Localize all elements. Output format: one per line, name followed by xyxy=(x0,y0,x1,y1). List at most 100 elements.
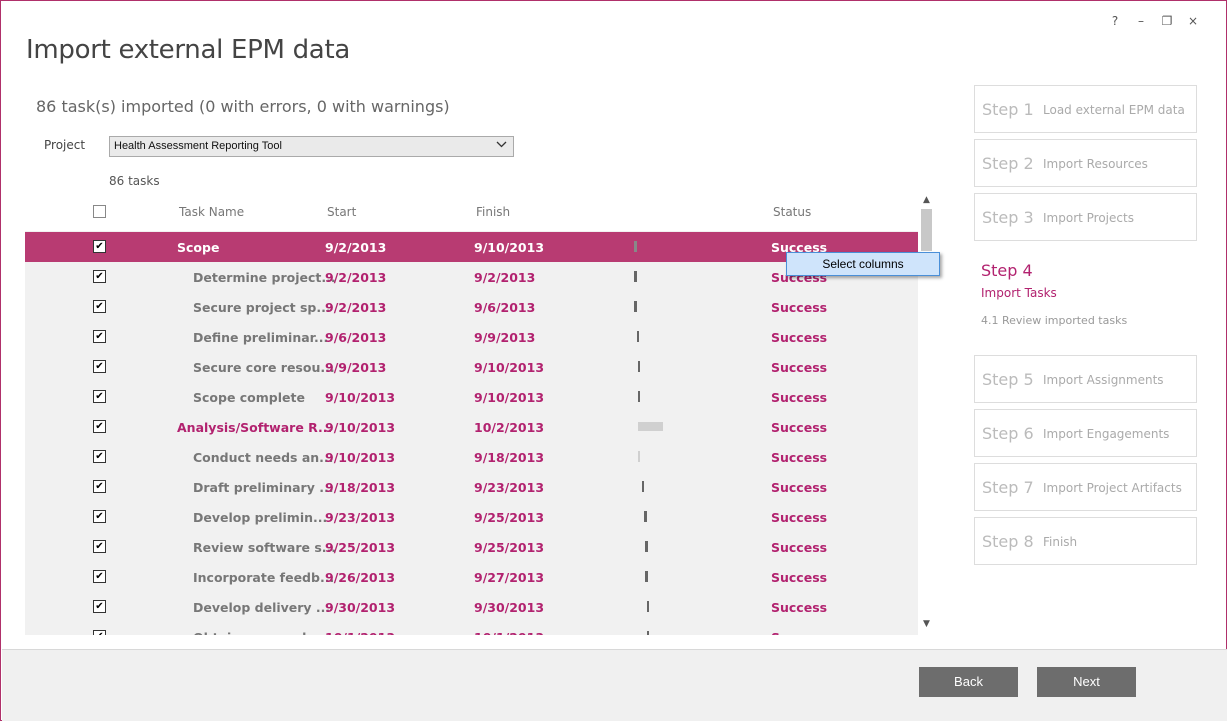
step-substep: 4.1 Review imported tasks xyxy=(981,314,1128,327)
row-checkbox[interactable]: ✔ xyxy=(93,480,106,493)
table-row[interactable]: ✔ Review software s... 9/25/2013 9/25/2013 S… xyxy=(25,532,918,562)
gantt-bar xyxy=(644,511,647,522)
row-checkbox[interactable]: ✔ xyxy=(93,420,106,433)
task-finish: 9/25/2013 xyxy=(474,510,545,525)
task-status: Success xyxy=(771,630,827,635)
table-row[interactable]: ✔ Develop prelimin... 9/23/2013 9/25/2013 Su… xyxy=(25,502,918,532)
step-number: Step 8 xyxy=(982,532,1034,551)
task-finish: 9/10/2013 xyxy=(474,240,545,255)
step-3-item[interactable]: Step 3 Import Projects xyxy=(974,193,1197,241)
table-row[interactable]: ✔ Conduct needs an... 9/10/2013 9/18/2013 Su… xyxy=(25,442,918,472)
task-start: 9/2/2013 xyxy=(325,270,387,285)
column-header-task-name[interactable]: Task Name xyxy=(179,205,244,219)
table-row[interactable]: ✔ Define preliminar... 9/6/2013 9/9/2013 Suc… xyxy=(25,322,918,352)
column-header-start[interactable]: Start xyxy=(327,205,356,219)
table-row[interactable]: ✔ Develop delivery ... 9/30/2013 9/30/2013 S… xyxy=(25,592,918,622)
task-status: Success xyxy=(771,450,828,465)
project-select[interactable]: Health Assessment Reporting Tool xyxy=(109,136,514,157)
task-finish: 9/10/2013 xyxy=(474,390,545,405)
step-5-item[interactable]: Step 5 Import Assignments xyxy=(974,355,1197,403)
step-number: Step 3 xyxy=(982,208,1034,227)
minimize-icon[interactable]: – xyxy=(1128,11,1154,31)
tasks-grid: Task Name Start Finish Status ✔ Scope 9/2/… xyxy=(25,193,918,635)
back-button[interactable]: Back xyxy=(919,667,1018,697)
row-checkbox[interactable]: ✔ xyxy=(93,360,106,373)
row-checkbox[interactable]: ✔ xyxy=(93,450,106,463)
chevron-down-icon xyxy=(496,139,507,153)
row-checkbox[interactable]: ✔ xyxy=(93,240,106,253)
gantt-bar xyxy=(634,301,637,312)
column-header-status[interactable]: Status xyxy=(773,205,811,219)
row-checkbox[interactable]: ✔ xyxy=(93,300,106,313)
task-name: Scope complete xyxy=(193,390,305,405)
restore-icon[interactable]: ❐ xyxy=(1154,11,1180,31)
scroll-up-icon[interactable]: ▲ xyxy=(918,195,935,209)
step-8-item[interactable]: Step 8 Finish xyxy=(974,517,1197,565)
step-1-item[interactable]: Step 1 Load external EPM data xyxy=(974,85,1197,133)
import-summary: 86 task(s) imported (0 with errors, 0 wi… xyxy=(36,97,450,116)
task-finish: 9/6/2013 xyxy=(474,300,536,315)
gantt-bar xyxy=(634,271,637,282)
step-7-item[interactable]: Step 7 Import Project Artifacts xyxy=(974,463,1197,511)
row-checkbox[interactable]: ✔ xyxy=(93,600,106,613)
task-finish: 9/18/2013 xyxy=(474,450,545,465)
step-2-item[interactable]: Step 2 Import Resources xyxy=(974,139,1197,187)
close-icon[interactable]: × xyxy=(1180,11,1206,31)
scroll-down-icon[interactable]: ▼ xyxy=(918,619,935,633)
row-checkbox[interactable]: ✔ xyxy=(93,330,106,343)
row-checkbox[interactable]: ✔ xyxy=(93,630,106,635)
table-row[interactable]: ✔ Analysis/Software R... 9/10/2013 10/2/201… xyxy=(25,412,918,442)
step-label: Import Engagements xyxy=(1043,427,1170,441)
table-row[interactable]: ✔ Scope complete 9/10/2013 9/10/2013 Success xyxy=(25,382,918,412)
row-checkbox[interactable]: ✔ xyxy=(93,390,106,403)
project-label: Project xyxy=(44,138,86,152)
step-label: Import Projects xyxy=(1043,211,1134,225)
task-status: Success xyxy=(771,330,828,345)
step-label: Import Project Artifacts xyxy=(1043,481,1182,495)
task-name: Draft preliminary ... xyxy=(193,480,334,495)
select-all-checkbox[interactable] xyxy=(93,205,106,218)
table-row[interactable]: ✔ Secure core resou... 9/9/2013 9/10/2013 Su… xyxy=(25,352,918,382)
table-row[interactable]: ✔ Scope 9/2/2013 9/10/2013 Success xyxy=(25,232,918,262)
row-checkbox[interactable]: ✔ xyxy=(93,270,106,283)
step-6-item[interactable]: Step 6 Import Engagements xyxy=(974,409,1197,457)
context-menu-select-columns[interactable]: Select columns xyxy=(786,252,940,276)
next-button[interactable]: Next xyxy=(1037,667,1136,697)
step-number: Step 2 xyxy=(982,154,1034,173)
gantt-bar xyxy=(636,331,639,342)
step-number: Step 4 xyxy=(981,261,1033,280)
column-header-finish[interactable]: Finish xyxy=(476,205,510,219)
row-checkbox[interactable]: ✔ xyxy=(93,510,106,523)
table-row[interactable]: ✔Obtain approvals ...10/1/201310/1/2013S… xyxy=(25,622,918,635)
step-label: Import Tasks xyxy=(981,286,1057,300)
task-finish: 10/1/2013 xyxy=(474,630,544,635)
step-number: Step 7 xyxy=(982,478,1034,497)
gantt-bar xyxy=(637,422,663,431)
task-status: Success xyxy=(771,600,828,615)
row-checkbox[interactable]: ✔ xyxy=(93,570,106,583)
task-finish: 10/2/2013 xyxy=(474,420,545,435)
gantt-bar xyxy=(637,361,641,372)
task-name: Determine project... xyxy=(193,270,336,285)
step-label: Import Assignments xyxy=(1043,373,1164,387)
task-status: Success xyxy=(771,510,828,525)
gantt-bar xyxy=(637,451,641,462)
step-label: Load external EPM data xyxy=(1043,103,1185,117)
help-icon[interactable]: ? xyxy=(1102,11,1128,31)
table-row[interactable]: ✔ Draft preliminary ... 9/18/2013 9/23/2013… xyxy=(25,472,918,502)
task-start: 9/18/2013 xyxy=(325,480,396,495)
task-name: Incorporate feedb... xyxy=(193,570,335,585)
row-checkbox[interactable]: ✔ xyxy=(93,540,106,553)
task-start: 9/30/2013 xyxy=(325,600,396,615)
task-finish: 9/2/2013 xyxy=(474,270,536,285)
task-start: 9/6/2013 xyxy=(325,330,387,345)
task-finish: 9/25/2013 xyxy=(474,540,545,555)
task-name: Conduct needs an... xyxy=(193,450,334,465)
table-row[interactable]: ✔ Secure project sp... 9/2/2013 9/6/2013 Suc… xyxy=(25,292,918,322)
task-count: 86 tasks xyxy=(109,174,160,188)
table-row[interactable]: ✔ Incorporate feedb... 9/26/2013 9/27/2013 S… xyxy=(25,562,918,592)
scroll-thumb[interactable] xyxy=(921,209,932,251)
project-select-value: Health Assessment Reporting Tool xyxy=(114,140,282,152)
table-row[interactable]: ✔ Determine project... 9/2/2013 9/2/2013 Suc… xyxy=(25,262,918,292)
task-start: 9/23/2013 xyxy=(325,510,396,525)
